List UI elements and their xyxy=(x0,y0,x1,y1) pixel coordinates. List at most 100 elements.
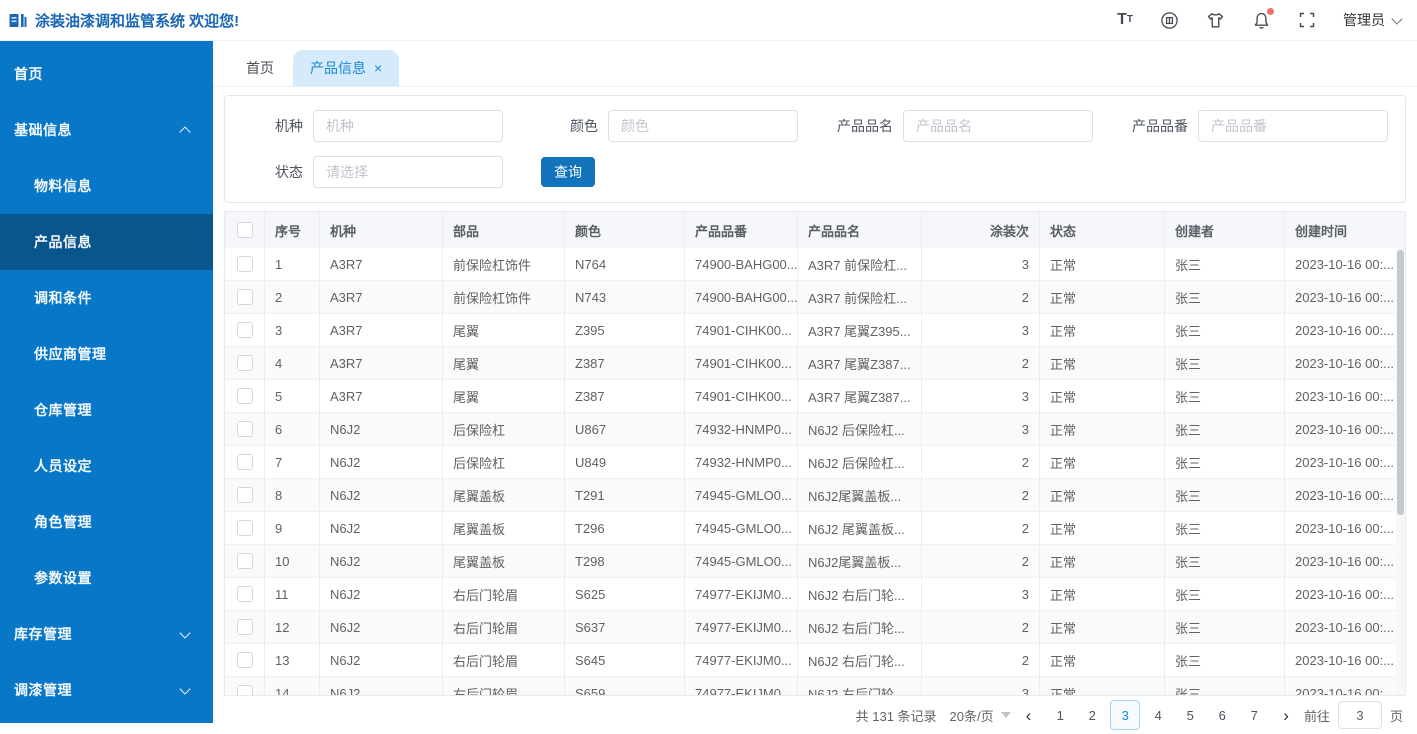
field-input-1[interactable] xyxy=(608,110,798,142)
query-button[interactable]: 查询 xyxy=(541,157,595,187)
table-row-2[interactable]: 2 A3R7 前保险杠饰件 N743 74900-BAHG00... A3R7 前保险杠.… xyxy=(225,281,1405,314)
field-label: 产品品名 xyxy=(837,118,893,134)
tab-bar: 首页 产品信息 × xyxy=(213,41,1417,87)
page-number-3[interactable]: 3 xyxy=(1110,700,1141,730)
table-row-8[interactable]: 8 N6J2 尾翼盖板 T291 74945-GMLO0... N6J2尾翼盖板... 2 正… xyxy=(225,479,1405,512)
row-checkbox[interactable] xyxy=(236,520,253,536)
table-row-13[interactable]: 13 N6J2 右后门轮眉 S645 74977-EKIJM0... N6J2 右后门轮.… xyxy=(225,644,1405,677)
cell-r4-c7: 正常 xyxy=(1040,347,1165,379)
row-checkbox[interactable] xyxy=(236,421,253,437)
select-all-checkbox[interactable] xyxy=(236,222,253,238)
table-row-4[interactable]: 4 A3R7 尾翼 Z387 74901-CIHK00... A3R7 尾翼Z387...… xyxy=(225,347,1405,380)
header-checkbox-cell xyxy=(225,212,265,248)
row-checkbox[interactable] xyxy=(236,355,253,371)
cell-r4-c9: 2023-10-16 00:... xyxy=(1285,347,1405,379)
page-number-7[interactable]: 7 xyxy=(1240,701,1268,729)
table-row-6[interactable]: 6 N6J2 后保险杠 U867 74932-HNMP0... N6J2 后保险杠... 3… xyxy=(225,413,1405,446)
sidebar-item-8[interactable]: 角色管理 xyxy=(0,494,213,550)
page-number-1[interactable]: 1 xyxy=(1046,701,1074,729)
row-checkbox[interactable] xyxy=(236,256,253,272)
tab-0[interactable]: 首页 xyxy=(231,50,289,86)
page-number-2[interactable]: 2 xyxy=(1078,701,1106,729)
tab-close-icon[interactable]: × xyxy=(374,61,382,75)
cell-r8-c1: N6J2 xyxy=(320,479,443,511)
locale-icon[interactable] xyxy=(1160,11,1179,30)
page-number-4[interactable]: 4 xyxy=(1144,701,1172,729)
next-page-icon[interactable]: › xyxy=(1281,707,1291,724)
cell-r5-c8: 张三 xyxy=(1165,380,1285,412)
cell-r5-c1: A3R7 xyxy=(320,380,443,412)
table-row-9[interactable]: 9 N6J2 尾翼盖板 T296 74945-GMLO0... N6J2 尾翼盖板... 2… xyxy=(225,512,1405,545)
row-checkbox[interactable] xyxy=(236,553,253,569)
row-checkbox[interactable] xyxy=(236,652,253,668)
row-checkbox[interactable] xyxy=(236,685,253,695)
user-menu[interactable]: 管理员 xyxy=(1343,10,1403,30)
main-layout: 首页 基础信息 物料信息 产品信息 调和条件 供应商管理 仓库管理 人员设定 角色管理 参数设置库… xyxy=(0,41,1417,730)
vertical-scrollbar[interactable] xyxy=(1396,248,1405,695)
row-checkbox-cell xyxy=(225,446,265,478)
page-number-5[interactable]: 5 xyxy=(1176,701,1204,729)
theme-icon[interactable] xyxy=(1206,11,1225,30)
row-checkbox[interactable] xyxy=(236,619,253,635)
cell-r5-c6: 3 xyxy=(922,380,1040,412)
scrollbar-thumb[interactable] xyxy=(1397,250,1404,515)
cell-r1-c7: 正常 xyxy=(1040,248,1165,280)
cell-r12-c5: N6J2 右后门轮... xyxy=(798,611,922,643)
column-header-8: 创建者 xyxy=(1165,212,1285,248)
cell-r7-c7: 正常 xyxy=(1040,446,1165,478)
prev-page-icon[interactable]: ‹ xyxy=(1024,707,1034,724)
table-row-3[interactable]: 3 A3R7 尾翼 Z395 74901-CIHK00... A3R7 尾翼Z395...… xyxy=(225,314,1405,347)
table-row-5[interactable]: 5 A3R7 尾翼 Z387 74901-CIHK00... A3R7 尾翼Z387...… xyxy=(225,380,1405,413)
sidebar-item-label: 首页 xyxy=(14,66,43,82)
field-input-3[interactable] xyxy=(1198,110,1388,142)
sidebar-item-label: 人员设定 xyxy=(34,458,92,474)
row-checkbox[interactable] xyxy=(236,289,253,305)
table-row-11[interactable]: 11 N6J2 右后门轮眉 S625 74977-EKIJM0... N6J2 右后门轮.… xyxy=(225,578,1405,611)
cell-r14-c2: 右后门轮眉 xyxy=(443,677,565,695)
sidebar-item-2[interactable]: 物料信息 xyxy=(0,158,213,214)
table-row-1[interactable]: 1 A3R7 前保险杠饰件 N764 74900-BAHG00... A3R7 前保险杠.… xyxy=(225,248,1405,281)
row-checkbox[interactable] xyxy=(236,586,253,602)
sidebar-item-9[interactable]: 参数设置 xyxy=(0,550,213,606)
field-input-0[interactable] xyxy=(313,110,503,142)
goto-page-input[interactable] xyxy=(1337,701,1382,729)
cell-r2-c9: 2023-10-16 00:... xyxy=(1285,281,1405,313)
table-row-14[interactable]: 14 N6J2 右后门轮眉 S659 74977-EKIJM0... N6J2 右后门轮.… xyxy=(225,677,1405,695)
sidebar-item-0[interactable]: 首页 xyxy=(0,46,213,102)
cell-r9-c9: 2023-10-16 00:... xyxy=(1285,512,1405,544)
page-number-6[interactable]: 6 xyxy=(1208,701,1236,729)
cell-r11-c2: 右后门轮眉 xyxy=(443,578,565,610)
cell-r11-c3: S625 xyxy=(565,578,685,610)
sidebar-item-10[interactable]: 库存管理 xyxy=(0,606,213,662)
field-input-2[interactable] xyxy=(903,110,1093,142)
cell-r8-c3: T291 xyxy=(565,479,685,511)
sidebar-item-1[interactable]: 基础信息 xyxy=(0,102,213,158)
tab-1[interactable]: 产品信息 × xyxy=(293,50,400,86)
notification-icon[interactable] xyxy=(1252,7,1274,30)
sidebar-item-6[interactable]: 仓库管理 xyxy=(0,382,213,438)
field-input-4[interactable] xyxy=(313,156,503,188)
sidebar-item-5[interactable]: 供应商管理 xyxy=(0,326,213,382)
cell-r14-c0: 14 xyxy=(265,677,320,695)
table-row-7[interactable]: 7 N6J2 后保险杠 U849 74932-HNMP0... N6J2 后保险杠... 2… xyxy=(225,446,1405,479)
row-checkbox[interactable] xyxy=(236,322,253,338)
chevron-up-icon xyxy=(179,126,191,138)
page-size-select[interactable]: 20条/页 xyxy=(950,706,1011,725)
cell-r5-c0: 5 xyxy=(265,380,320,412)
sidebar-item-11[interactable]: 调漆管理 xyxy=(0,662,213,718)
row-checkbox[interactable] xyxy=(236,454,253,470)
row-checkbox[interactable] xyxy=(236,487,253,503)
cell-r2-c6: 2 xyxy=(922,281,1040,313)
table-header: 序号 机种 部品 颜色 产品品番 产品品名 涂装次 状态 创建者 创建时间 xyxy=(225,212,1405,248)
font-size-icon[interactable]: TT xyxy=(1117,12,1133,28)
cell-r10-c9: 2023-10-16 00:... xyxy=(1285,545,1405,577)
table-row-10[interactable]: 10 N6J2 尾翼盖板 T298 74945-GMLO0... N6J2尾翼盖板... 2… xyxy=(225,545,1405,578)
row-checkbox-cell xyxy=(225,248,265,280)
sidebar-item-3[interactable]: 产品信息 xyxy=(0,214,213,270)
sidebar-item-4[interactable]: 调和条件 xyxy=(0,270,213,326)
table-row-12[interactable]: 12 N6J2 右后门轮眉 S637 74977-EKIJM0... N6J2 右后门轮.… xyxy=(225,611,1405,644)
fullscreen-icon[interactable] xyxy=(1298,11,1316,29)
row-checkbox[interactable] xyxy=(236,388,253,404)
sidebar-item-7[interactable]: 人员设定 xyxy=(0,438,213,494)
cell-r11-c9: 2023-10-16 00:... xyxy=(1285,578,1405,610)
